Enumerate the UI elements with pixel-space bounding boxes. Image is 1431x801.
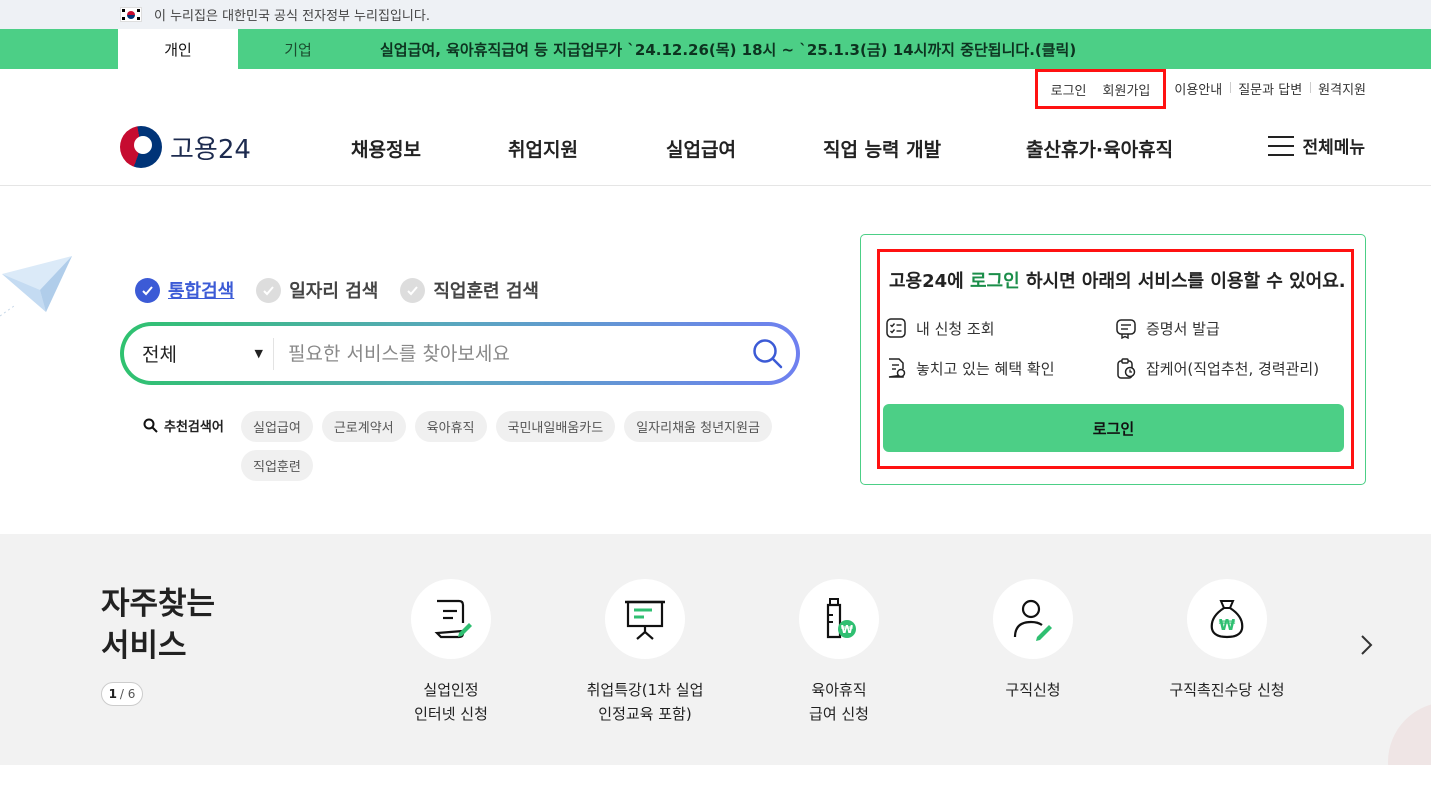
clipboard-clock-icon — [1117, 358, 1136, 379]
search-type-label: 통합검색 — [168, 281, 235, 302]
login-link[interactable]: 로그인 — [1043, 80, 1095, 99]
search-type-selector: 통합검색 일자리 검색 직업훈련 검색 — [135, 277, 561, 303]
frequent-item-label: 취업특강(1차 실업 — [586, 681, 704, 699]
login-card: 고용24에 로그인 하시면 아래의 서비스를 이용할 수 있어요. 내 신청 조… — [860, 234, 1366, 485]
utility-links: 로그인 회원가입 이용안내 질문과 답변 원격지원 — [0, 69, 1431, 109]
remote-support-link[interactable]: 원격지원 — [1310, 79, 1366, 98]
search-type-label: 일자리 검색 — [289, 281, 379, 302]
top-tab-bar: 개인 기업 실업급여, 육아휴직급여 등 지급업무가 `24.12.26(목) … — [0, 29, 1431, 69]
search-icon — [753, 338, 783, 368]
frequent-services-title: 자주찾는 서비스 — [101, 586, 216, 664]
login-button[interactable]: 로그인 — [883, 404, 1344, 452]
gnb-unemployment-benefit[interactable]: 실업급여 — [666, 135, 736, 162]
search-type-label: 직업훈련 검색 — [433, 281, 539, 302]
keyword-chip[interactable]: 국민내일배움카드 — [495, 411, 616, 442]
search-type-training[interactable]: 직업훈련 검색 — [400, 277, 539, 303]
check-circle-icon — [256, 277, 282, 303]
recommend-title-text: 추천검색어 — [164, 420, 224, 435]
logo-mark-icon — [120, 126, 162, 168]
tab-personal[interactable]: 개인 — [118, 29, 238, 69]
keyword-chip[interactable]: 육아휴직 — [414, 411, 487, 442]
gnb-employment-support[interactable]: 취업지원 — [508, 135, 578, 162]
frequent-item-label: 급여 신청 — [809, 705, 869, 723]
logo[interactable]: 고용24 — [120, 126, 251, 168]
certificate-icon — [1116, 319, 1136, 339]
document-search-icon — [888, 358, 906, 378]
gnb-recruit[interactable]: 채용정보 — [351, 135, 421, 162]
search-input[interactable] — [274, 342, 740, 365]
login-signup-highlight: 로그인 회원가입 — [1034, 69, 1167, 109]
svg-text:₩: ₩ — [1219, 616, 1236, 634]
frequent-item-job-seeking-allowance[interactable]: ₩ 구직촉진수당 신청 — [1147, 579, 1307, 702]
service-label: 놓치고 있는 혜택 확인 — [916, 359, 1055, 378]
keyword-chip[interactable]: 실업급여 — [241, 411, 313, 442]
notice-link[interactable]: 실업급여, 육아휴직급여 등 지급업무가 `24.12.26(목) 18시 ~ … — [380, 39, 1076, 60]
carousel-pager: 1/ 6 — [101, 682, 143, 706]
service-label: 증명서 발급 — [1146, 319, 1220, 338]
korea-flag-icon — [120, 7, 142, 22]
frequent-services-section: 자주찾는 서비스 1/ 6 실업인정인터넷 신청 취업특강(1차 실업인정교육 … — [0, 534, 1431, 765]
frequent-item-parental-leave-benefit[interactable]: ₩ 육아휴직급여 신청 — [759, 579, 919, 726]
search-bar: 전체 ▼ — [120, 322, 800, 385]
gnb-parental-leave[interactable]: 출산휴가·육아휴직 — [1026, 135, 1173, 162]
frequent-item-label: 구직촉진수당 신청 — [1169, 681, 1285, 699]
service-label: 잡케어(직업추천, 경력관리) — [1146, 359, 1320, 378]
guide-link[interactable]: 이용안내 — [1166, 79, 1230, 98]
keyword-chip[interactable]: 직업훈련 — [241, 450, 313, 481]
hamburger-icon — [1268, 135, 1295, 156]
frequent-item-unemployment-certification[interactable]: 실업인정인터넷 신청 — [371, 579, 531, 726]
logo-text: 고용24 — [170, 134, 251, 165]
money-bag-icon: ₩ — [1210, 600, 1244, 639]
decorative-circle — [1388, 702, 1431, 765]
service-missed-benefits[interactable]: 놓치고 있는 혜택 확인 — [885, 357, 1055, 379]
login-card-title: 고용24에 로그인 하시면 아래의 서비스를 이용할 수 있어요. — [889, 271, 1346, 292]
frequent-item-label: 인터넷 신청 — [414, 705, 488, 723]
all-menu-button[interactable]: 전체메뉴 — [1268, 133, 1365, 158]
keyword-chip[interactable]: 일자리채움 청년지원금 — [624, 411, 772, 442]
frequent-item-job-application[interactable]: 구직신청 — [953, 579, 1113, 702]
gov-notice-text: 이 누리집은 대한민국 공식 전자정부 누리집입니다. — [154, 9, 430, 24]
gnb-job-skills[interactable]: 직업 능력 개발 — [823, 135, 941, 162]
signup-link[interactable]: 회원가입 — [1095, 80, 1159, 99]
paper-plane-icon — [0, 256, 72, 317]
baby-bottle-icon: ₩ — [826, 598, 856, 639]
keyword-chip[interactable]: 근로계약서 — [321, 411, 406, 442]
service-label: 내 신청 조회 — [916, 319, 995, 338]
search-type-jobs[interactable]: 일자리 검색 — [256, 277, 378, 303]
check-circle-icon — [135, 277, 160, 303]
frequent-item-job-lecture[interactable]: 취업특강(1차 실업인정교육 포함) — [565, 579, 725, 726]
frequent-item-label: 인정교육 포함) — [598, 705, 692, 723]
dropdown-caret-icon: ▼ — [254, 347, 263, 360]
main-header: 고용24 채용정보 취업지원 실업급여 직업 능력 개발 출산휴가·육아휴직 전… — [0, 107, 1431, 186]
check-circle-icon — [400, 277, 426, 303]
tab-business[interactable]: 기업 — [238, 29, 358, 69]
search-category-select[interactable]: 전체 ▼ — [124, 337, 274, 370]
checklist-icon — [886, 318, 906, 338]
service-my-applications[interactable]: 내 신청 조회 — [885, 317, 995, 339]
presentation-board-icon — [625, 600, 665, 640]
service-jobcare[interactable]: 잡케어(직업추천, 경력관리) — [1115, 357, 1319, 379]
search-category-value: 전체 — [142, 344, 177, 366]
service-certificate[interactable]: 증명서 발급 — [1115, 317, 1220, 339]
keyword-chip-list: 실업급여 근로계약서 육아휴직 국민내일배움카드 일자리채움 청년지원금 직업훈… — [241, 411, 801, 481]
frequent-item-label: 구직신청 — [1005, 681, 1061, 699]
person-pen-icon — [1013, 599, 1052, 641]
frequent-item-label: 육아휴직 — [811, 681, 867, 699]
recommend-title: 추천검색어 — [143, 416, 224, 435]
chevron-right-icon[interactable] — [1356, 633, 1376, 657]
all-menu-label: 전체메뉴 — [1302, 138, 1365, 158]
search-button[interactable] — [740, 338, 796, 370]
frequent-item-label: 실업인정 — [423, 681, 479, 699]
search-small-icon — [143, 418, 158, 433]
gov-notice-bar: 이 누리집은 대한민국 공식 전자정부 누리집입니다. — [0, 0, 1431, 29]
document-pen-icon — [434, 599, 472, 639]
search-type-integrated[interactable]: 통합검색 — [135, 277, 234, 303]
qna-link[interactable]: 질문과 답변 — [1230, 79, 1310, 98]
svg-text:₩: ₩ — [841, 623, 853, 636]
hero-section: 통합검색 일자리 검색 직업훈련 검색 전체 ▼ 필요한 서비스를 찾아보세요 … — [0, 186, 1431, 534]
